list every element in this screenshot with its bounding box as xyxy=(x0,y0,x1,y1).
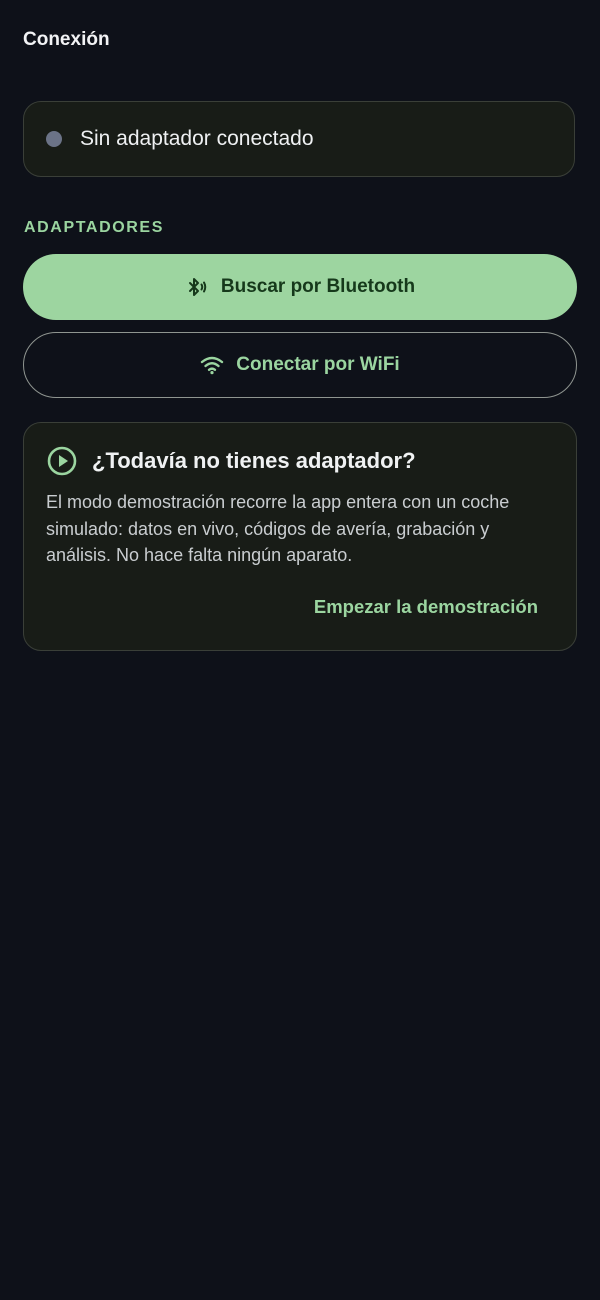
demo-mode-card: ¿Todavía no tienes adaptador? El modo de… xyxy=(23,422,577,651)
adapters-section-label: ADAPTADORES xyxy=(24,219,164,236)
wifi-icon xyxy=(200,355,224,375)
status-text: Sin adaptador conectado xyxy=(80,127,314,150)
demo-card-title: ¿Todavía no tienes adaptador? xyxy=(92,448,416,473)
wifi-connect-label: Conectar por WiFi xyxy=(236,354,400,375)
demo-card-header: ¿Todavía no tienes adaptador? xyxy=(46,445,416,477)
page-title: Conexión xyxy=(23,29,110,50)
connection-status-card: Sin adaptador conectado xyxy=(23,101,575,177)
bluetooth-scan-button[interactable]: Buscar por Bluetooth xyxy=(23,254,577,320)
status-dot xyxy=(46,131,62,147)
bluetooth-searching-icon xyxy=(185,275,209,299)
demo-card-description: El modo demostración recorre la app ente… xyxy=(46,492,510,565)
bluetooth-scan-label: Buscar por Bluetooth xyxy=(220,276,416,297)
start-demo-button[interactable]: Empezar la demostración xyxy=(314,596,538,618)
wifi-connect-button[interactable]: Conectar por WiFi xyxy=(23,332,577,398)
play-circle-icon xyxy=(46,445,78,477)
